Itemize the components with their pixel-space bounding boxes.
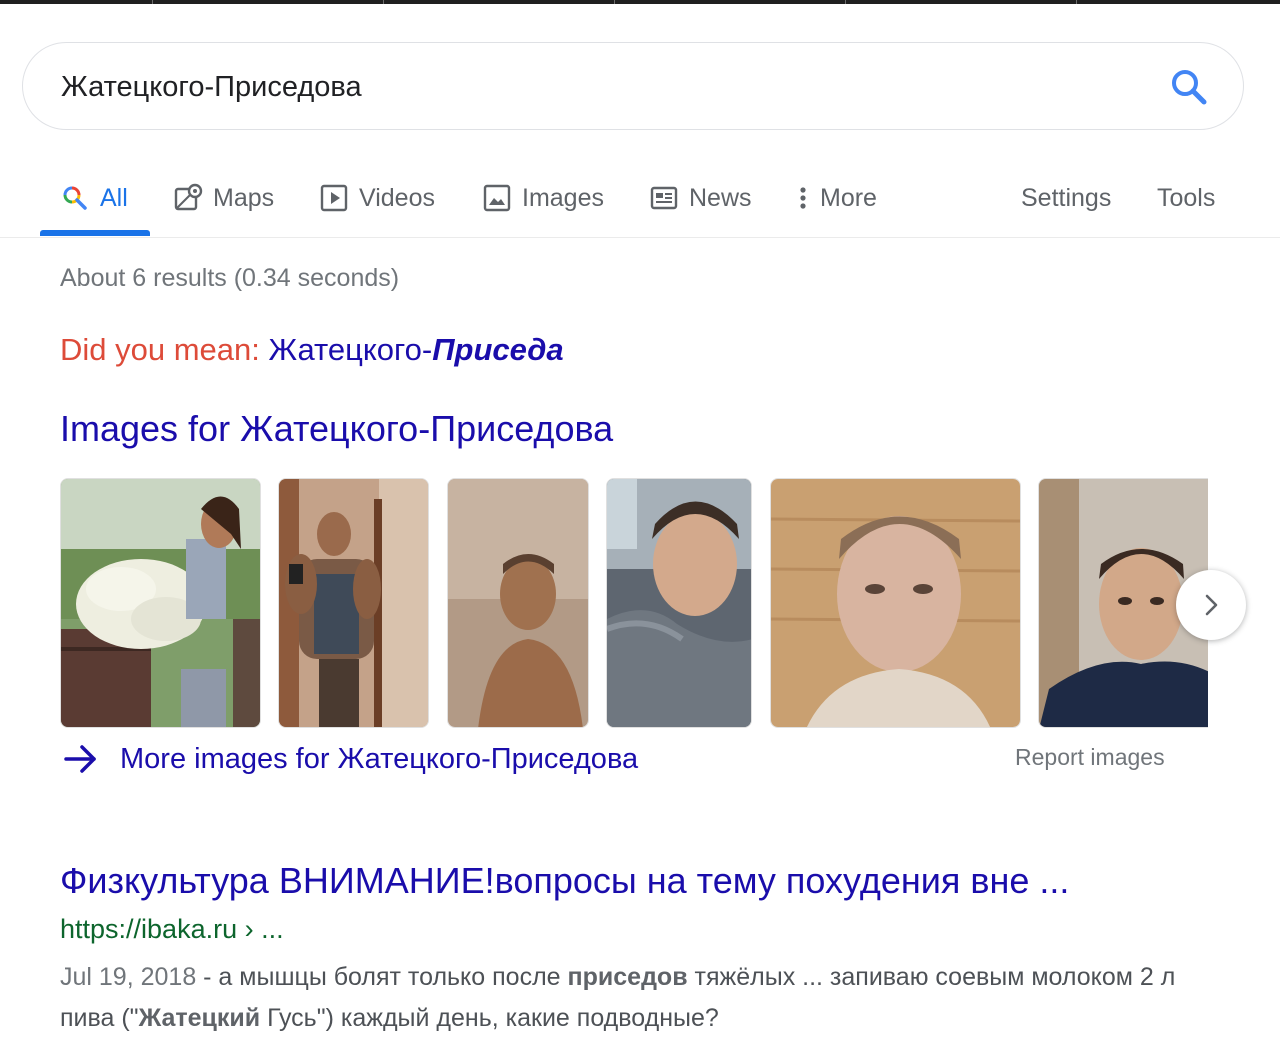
result-date: Jul 19, 2018 bbox=[60, 963, 197, 991]
tab-images[interactable]: Images bbox=[482, 178, 604, 218]
tab-news-label: News bbox=[689, 183, 752, 212]
suggestion-emphasis: Приседа bbox=[432, 332, 564, 367]
snippet-text: - а мышцы болят только после bbox=[196, 963, 568, 991]
tab-maps-label: Maps bbox=[213, 183, 275, 212]
image-thumbnail[interactable] bbox=[770, 478, 1021, 728]
tab-news[interactable]: News bbox=[649, 178, 752, 218]
more-images-label: More images for Жатецкого-Приседова bbox=[120, 742, 639, 775]
chevron-right-icon bbox=[1205, 594, 1218, 616]
tab-tools-label: Tools bbox=[1157, 183, 1216, 212]
image-thumbnail[interactable] bbox=[606, 478, 752, 728]
result-snippet: Jul 19, 2018 - а мышцы болят только посл… bbox=[60, 957, 1210, 1039]
tab-settings[interactable]: Settings bbox=[1021, 178, 1111, 218]
image-thumbnail[interactable] bbox=[60, 478, 261, 728]
tab-settings-label: Settings bbox=[1021, 183, 1112, 212]
result-url[interactable]: https://ibaka.ru › ... bbox=[60, 914, 284, 945]
search-icon[interactable] bbox=[1169, 67, 1209, 107]
tab-more[interactable]: More bbox=[796, 178, 877, 218]
map-pin-icon bbox=[173, 183, 203, 213]
tab-videos[interactable]: Videos bbox=[319, 178, 435, 218]
report-images-link[interactable]: Report images bbox=[1015, 744, 1165, 771]
newspaper-icon bbox=[649, 183, 679, 213]
tab-maps[interactable]: Maps bbox=[173, 178, 274, 218]
search-input[interactable] bbox=[61, 67, 1141, 107]
tab-all-label: All bbox=[100, 183, 128, 212]
arrow-right-icon bbox=[64, 745, 96, 773]
search-box[interactable] bbox=[22, 42, 1244, 130]
more-images-link[interactable]: More images for Жатецкого-Приседова bbox=[64, 740, 638, 778]
tab-videos-label: Videos bbox=[359, 183, 435, 212]
active-tab-indicator bbox=[40, 230, 150, 236]
multicolor-search-icon bbox=[60, 183, 90, 213]
tab-all[interactable]: All bbox=[60, 178, 128, 218]
result-stats: About 6 results (0.34 seconds) bbox=[60, 264, 400, 292]
window-top-bar bbox=[0, 0, 1280, 4]
image-icon bbox=[482, 183, 512, 213]
snippet-text: Гусь") каждый день, какие подводные? bbox=[260, 1004, 719, 1032]
image-thumbnail[interactable] bbox=[278, 478, 429, 728]
image-thumbnail[interactable] bbox=[447, 478, 589, 728]
play-icon bbox=[319, 183, 349, 213]
did-you-mean-suggestion[interactable]: Жатецкого-Приседа bbox=[269, 332, 564, 367]
search-tabs: All Maps Videos Images News More Setting… bbox=[0, 160, 1280, 238]
did-you-mean: Did you mean: Жатецкого-Приседа bbox=[60, 332, 564, 368]
result-title[interactable]: Физкультура ВНИМАНИЕ!вопросы на тему пох… bbox=[60, 860, 1069, 902]
snippet-highlight: Жатецкий bbox=[138, 1004, 261, 1032]
images-section-heading[interactable]: Images for Жатецкого-Приседова bbox=[60, 408, 613, 450]
tab-images-label: Images bbox=[522, 183, 604, 212]
tab-more-label: More bbox=[820, 183, 877, 212]
carousel-next-button[interactable] bbox=[1176, 570, 1246, 640]
suggestion-plain: Жатецкого- bbox=[268, 332, 433, 367]
more-vert-icon bbox=[796, 183, 810, 213]
image-carousel bbox=[60, 478, 1208, 730]
did-you-mean-label: Did you mean: bbox=[60, 332, 260, 367]
snippet-highlight: приседов bbox=[567, 963, 688, 991]
tab-tools[interactable]: Tools bbox=[1157, 178, 1215, 218]
